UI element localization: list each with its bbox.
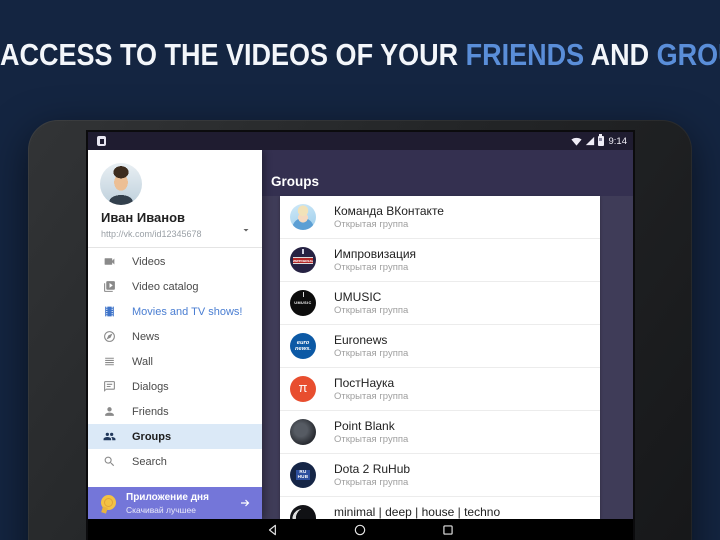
back-button[interactable] xyxy=(266,523,280,537)
group-avatar xyxy=(290,204,316,230)
headline: ACCESS TO THE VIDEOS OF YOUR FRIENDS AND… xyxy=(0,38,720,72)
profile-avatar[interactable] xyxy=(100,163,142,205)
group-row[interactable]: Команда ВКонтакте Открытая группа xyxy=(280,196,600,239)
promo-subtitle: Скачивай лучшее xyxy=(126,505,196,515)
headline-friends: FRIENDS xyxy=(465,38,585,72)
sidebar-item-friends[interactable]: Friends xyxy=(88,399,262,424)
sidebar-item-groups[interactable]: Groups xyxy=(88,424,262,449)
toolbar: Groups xyxy=(262,150,633,196)
sidebar-item-movies-and-tv-shows[interactable]: Movies and TV shows! xyxy=(88,299,262,324)
group-row[interactable]: minimal | deep | house | techno xyxy=(280,497,600,519)
cell-signal-icon xyxy=(585,136,594,146)
chat-bubble-icon xyxy=(103,380,116,393)
home-button[interactable] xyxy=(353,523,367,537)
explore-icon xyxy=(103,330,116,343)
dropdown-caret-icon[interactable] xyxy=(240,224,252,236)
video-library-icon xyxy=(103,280,116,293)
medal-icon xyxy=(101,495,116,510)
group-avatar: RU HUB xyxy=(290,462,316,488)
sidebar-item-wall[interactable]: Wall xyxy=(88,349,262,374)
sidebar-item-search[interactable]: Search xyxy=(88,449,262,474)
people-icon xyxy=(103,430,116,443)
group-avatar: UMUSIC xyxy=(290,290,316,316)
status-bar: 9:14 xyxy=(88,132,633,150)
status-time: 9:14 xyxy=(608,135,628,147)
sidebar-item-dialogs[interactable]: Dialogs xyxy=(88,374,262,399)
group-row[interactable]: RU HUB Dota 2 RuHub Открытая группа xyxy=(280,454,600,497)
headline-text: ACCESS TO THE VIDEOS OF YOUR xyxy=(0,38,466,72)
groups-list: Команда ВКонтакте Открытая группа ИМПРОВ… xyxy=(280,196,600,519)
tablet-screen: 9:14 Groups Команда ВКонтакте Открытая г… xyxy=(88,132,633,540)
page-background: ACCESS TO THE VIDEOS OF YOUR FRIENDS AND… xyxy=(0,0,720,540)
wifi-icon xyxy=(570,137,582,146)
group-avatar xyxy=(290,505,316,519)
profile-section: Иван Иванов http://vk.com/id12345678 xyxy=(88,150,262,248)
group-row[interactable]: UMUSIC UMUSIC Открытая группа xyxy=(280,282,600,325)
recents-button[interactable] xyxy=(441,523,455,537)
sidebar-item-videos[interactable]: Videos xyxy=(88,249,262,274)
group-avatar: π xyxy=(290,376,316,402)
list-icon xyxy=(103,355,116,368)
promo-banner[interactable]: Приложение дня Скачивай лучшее xyxy=(88,487,262,519)
arrow-right-icon xyxy=(241,499,250,507)
group-row[interactable]: Point Blank Открытая группа xyxy=(280,411,600,454)
person-icon xyxy=(103,405,116,418)
film-strip-icon xyxy=(103,305,116,318)
headline-and: AND xyxy=(584,38,657,72)
magnifier-icon xyxy=(103,455,116,468)
sidebar-item-video-catalog[interactable]: Video catalog xyxy=(88,274,262,299)
group-row[interactable]: ИМПРОВИЗАЦИЯ Импровизация Открытая групп… xyxy=(280,239,600,282)
drawer-menu: Videos Video catalog Movies and TV shows… xyxy=(88,249,262,474)
promo-title: Приложение дня xyxy=(126,492,209,503)
app-notification-icon xyxy=(97,136,106,146)
sidebar-item-news[interactable]: News xyxy=(88,324,262,349)
android-nav-bar xyxy=(88,519,633,540)
group-row[interactable]: π ПостНаука Открытая группа xyxy=(280,368,600,411)
headline-groups: GROUPS xyxy=(656,38,720,72)
page-title: Groups xyxy=(271,174,320,189)
group-avatar xyxy=(290,419,316,445)
videocam-icon xyxy=(103,255,116,268)
group-avatar: euro news. xyxy=(290,333,316,359)
profile-name: Иван Иванов xyxy=(101,210,186,225)
group-row[interactable]: euro news. Euronews Открытая группа xyxy=(280,325,600,368)
battery-icon xyxy=(597,134,604,146)
group-avatar: ИМПРОВИЗАЦИЯ xyxy=(290,247,316,273)
profile-url: http://vk.com/id12345678 xyxy=(101,229,202,239)
navigation-drawer: Иван Иванов http://vk.com/id12345678 Vid… xyxy=(88,150,262,519)
tablet-frame: 9:14 Groups Команда ВКонтакте Открытая г… xyxy=(28,120,692,540)
